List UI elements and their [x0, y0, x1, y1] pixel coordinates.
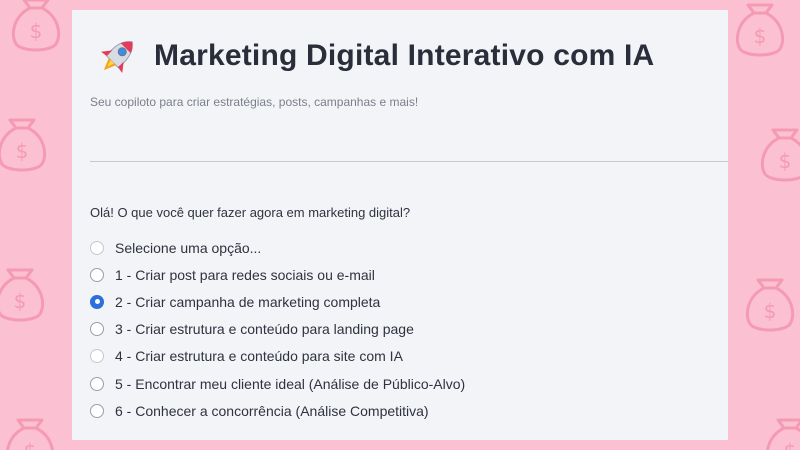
radio-button[interactable] — [90, 403, 104, 418]
radio-option-label: 1 - Criar post para redes sociais ou e-m… — [115, 266, 375, 283]
money-bag-icon — [5, 418, 55, 450]
radio-button[interactable] — [90, 322, 104, 337]
radio-option-1[interactable]: 1 - Criar post para redes sociais ou e-m… — [90, 261, 465, 288]
main-panel: Marketing Digital Interativo com IA Seu … — [72, 10, 728, 440]
radio-button-selected[interactable] — [90, 294, 104, 309]
radio-option-label: Selecione uma opção... — [115, 239, 262, 256]
money-bag-icon — [765, 418, 800, 450]
money-bag-icon — [0, 268, 45, 322]
money-bag-icon — [0, 118, 47, 172]
radio-button[interactable] — [90, 267, 104, 282]
money-bag-icon — [760, 128, 800, 182]
radio-option-4[interactable]: 4 - Criar estrutura e conteúdo para site… — [90, 343, 465, 370]
header: Marketing Digital Interativo com IA — [96, 30, 654, 82]
radio-option-3[interactable]: 3 - Criar estrutura e conteúdo para land… — [90, 316, 465, 343]
radio-option-label: 5 - Encontrar meu cliente ideal (Análise… — [115, 375, 466, 392]
options-radio-group: Selecione uma opção... 1 - Criar post pa… — [90, 234, 465, 424]
radio-button[interactable] — [90, 376, 104, 391]
radio-option-6[interactable]: 6 - Conhecer a concorrência (Análise Com… — [90, 397, 465, 424]
question-label: Olá! O que você quer fazer agora em mark… — [90, 205, 411, 220]
money-bag-icon — [735, 3, 785, 57]
radio-option-label: 6 - Conhecer a concorrência (Análise Com… — [115, 402, 429, 419]
radio-option-placeholder[interactable]: Selecione uma opção... — [90, 234, 465, 261]
radio-option-2[interactable]: 2 - Criar campanha de marketing completa — [90, 288, 465, 315]
money-bag-icon — [745, 278, 795, 332]
rocket-icon — [96, 34, 140, 78]
radio-button[interactable] — [90, 240, 104, 255]
money-bag-icon — [11, 0, 61, 52]
radio-option-label: 2 - Criar campanha de marketing completa — [115, 293, 381, 310]
radio-option-label: 4 - Criar estrutura e conteúdo para site… — [115, 348, 403, 365]
divider — [90, 161, 728, 162]
radio-option-5[interactable]: 5 - Encontrar meu cliente ideal (Análise… — [90, 370, 465, 397]
page-subtitle: Seu copiloto para criar estratégias, pos… — [90, 95, 419, 109]
page-title: Marketing Digital Interativo com IA — [154, 39, 655, 72]
radio-button[interactable] — [90, 349, 104, 364]
radio-option-label: 3 - Criar estrutura e conteúdo para land… — [115, 321, 414, 338]
